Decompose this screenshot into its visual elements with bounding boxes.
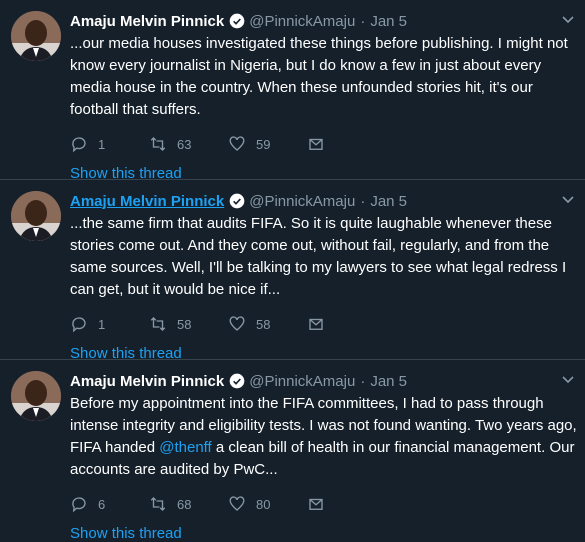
- like-button[interactable]: 59: [228, 135, 307, 153]
- retweet-icon: [150, 497, 166, 511]
- like-count: 80: [256, 496, 271, 512]
- reply-count: 1: [98, 136, 106, 152]
- verified-badge-icon: [229, 373, 245, 389]
- retweet-count: 68: [177, 496, 192, 512]
- like-button[interactable]: 80: [228, 495, 307, 513]
- separator-dot: ·: [360, 12, 366, 30]
- tweet-actions: 6 68 80: [70, 492, 569, 516]
- heart-icon: [229, 496, 245, 511]
- like-button[interactable]: 58: [228, 315, 307, 333]
- author-handle[interactable]: @PinnickAmaju: [249, 193, 355, 210]
- retweet-button[interactable]: 63: [149, 135, 228, 153]
- chevron-down-icon[interactable]: [561, 12, 575, 26]
- retweet-count: 63: [177, 136, 192, 152]
- like-count: 58: [256, 316, 271, 332]
- author-name[interactable]: Amaju Melvin Pinnick: [70, 193, 224, 210]
- retweet-count: 58: [177, 316, 192, 332]
- chevron-down-icon[interactable]: [561, 192, 575, 206]
- tweet-header: Amaju Melvin Pinnick @PinnickAmaju · Jan…: [70, 190, 574, 212]
- tweet[interactable]: Amaju Melvin Pinnick @PinnickAmaju · Jan…: [0, 360, 585, 542]
- verified-badge-icon: [229, 193, 245, 209]
- tweet[interactable]: Amaju Melvin Pinnick @PinnickAmaju · Jan…: [0, 0, 585, 182]
- reply-icon: [72, 137, 86, 153]
- reply-count: 1: [98, 316, 106, 332]
- share-button[interactable]: [307, 315, 386, 333]
- tweet-text: ...our media houses investigated these t…: [70, 33, 580, 121]
- mention-link[interactable]: @thenff: [159, 439, 212, 456]
- verified-badge-icon: [229, 13, 245, 29]
- retweet-button[interactable]: 68: [149, 495, 228, 513]
- timeline: Amaju Melvin Pinnick @PinnickAmaju · Jan…: [0, 0, 585, 542]
- tweet-text: ...the same firm that audits FIFA. So it…: [70, 213, 580, 301]
- envelope-icon: [309, 498, 323, 510]
- author-handle[interactable]: @PinnickAmaju: [249, 373, 355, 390]
- share-button[interactable]: [307, 135, 386, 153]
- envelope-icon: [309, 138, 323, 150]
- tweet-date[interactable]: Jan 5: [370, 13, 407, 30]
- show-thread-link[interactable]: Show this thread: [70, 525, 569, 542]
- retweet-icon: [150, 317, 166, 331]
- tweet-header: Amaju Melvin Pinnick @PinnickAmaju · Jan…: [70, 10, 574, 32]
- author-handle[interactable]: @PinnickAmaju: [249, 13, 355, 30]
- tweet-text: Before my appointment into the FIFA comm…: [70, 393, 580, 481]
- tweet-header: Amaju Melvin Pinnick @PinnickAmaju · Jan…: [70, 370, 574, 392]
- avatar[interactable]: [11, 11, 61, 61]
- avatar[interactable]: [11, 191, 61, 241]
- tweet-text-body: ...the same firm that audits FIFA. So it…: [70, 215, 567, 298]
- separator-dot: ·: [360, 192, 366, 210]
- chevron-down-icon[interactable]: [561, 372, 575, 386]
- reply-button[interactable]: 1: [70, 135, 149, 153]
- tweet-actions: 1 58 58: [70, 312, 569, 336]
- retweet-icon: [150, 137, 166, 151]
- reply-icon: [72, 317, 86, 333]
- reply-button[interactable]: 6: [70, 495, 149, 513]
- retweet-button[interactable]: 58: [149, 315, 228, 333]
- reply-icon: [72, 497, 86, 513]
- heart-icon: [229, 136, 245, 151]
- tweet-date[interactable]: Jan 5: [370, 373, 407, 390]
- reply-count: 6: [98, 496, 106, 512]
- heart-icon: [229, 316, 245, 331]
- author-name[interactable]: Amaju Melvin Pinnick: [70, 373, 224, 390]
- tweet[interactable]: Amaju Melvin Pinnick @PinnickAmaju · Jan…: [0, 180, 585, 362]
- share-button[interactable]: [307, 495, 386, 513]
- like-count: 59: [256, 136, 271, 152]
- author-name[interactable]: Amaju Melvin Pinnick: [70, 13, 224, 30]
- envelope-icon: [309, 318, 323, 330]
- reply-button[interactable]: 1: [70, 315, 149, 333]
- tweet-text-body: ...our media houses investigated these t…: [70, 35, 568, 118]
- separator-dot: ·: [360, 372, 366, 390]
- avatar[interactable]: [11, 371, 61, 421]
- tweet-actions: 1 63 59: [70, 132, 569, 156]
- tweet-date[interactable]: Jan 5: [370, 193, 407, 210]
